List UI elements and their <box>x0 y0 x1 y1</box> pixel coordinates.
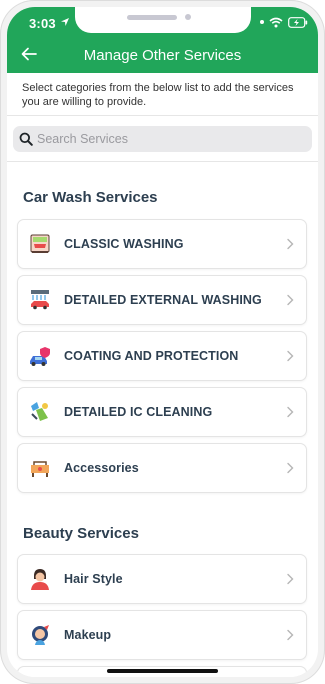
chevron-right-icon <box>287 629 294 641</box>
app-screen: 3:03 Manage Other Services Select catego… <box>7 7 318 677</box>
status-bar: 3:03 <box>7 7 318 37</box>
search-bar[interactable] <box>13 126 312 152</box>
divider <box>7 161 318 162</box>
coating-protection-icon <box>30 347 50 366</box>
chevron-right-icon <box>287 462 294 474</box>
battery-charging-icon <box>288 16 308 28</box>
device-frame: 3:03 Manage Other Services Select catego… <box>0 0 325 684</box>
page-title: Manage Other Services <box>83 47 242 64</box>
section-title-beauty: Beauty Services <box>23 525 139 542</box>
service-label: COATING AND PROTECTION <box>64 349 239 363</box>
signal-icon <box>260 20 264 24</box>
chevron-right-icon <box>287 406 294 418</box>
service-label: Hair Style <box>64 572 123 586</box>
service-label: Makeup <box>64 628 112 642</box>
section-title-car-wash: Car Wash Services <box>23 189 158 206</box>
service-label: CLASSIC WASHING <box>64 237 184 251</box>
chevron-right-icon <box>287 573 294 585</box>
ic-cleaning-icon <box>31 402 48 421</box>
service-label: DETAILED IC CLEANING <box>64 405 213 419</box>
external-washing-icon <box>31 290 49 310</box>
search-icon <box>19 132 33 146</box>
status-indicators <box>260 16 308 28</box>
makeup-icon <box>32 625 49 645</box>
service-item-makeup[interactable]: Makeup <box>17 610 307 660</box>
intro-text: Select categories from the below list to… <box>22 82 294 108</box>
service-label: DETAILED EXTERNAL WASHING <box>64 293 262 307</box>
service-item-ic-cleaning[interactable]: DETAILED IC CLEANING <box>17 387 307 437</box>
service-label: Accessories <box>64 461 139 475</box>
chevron-right-icon <box>287 350 294 362</box>
accessories-icon <box>31 461 49 477</box>
location-arrow-icon <box>61 18 69 26</box>
chevron-right-icon <box>287 238 294 250</box>
app-header: 3:03 Manage Other Services <box>7 7 318 73</box>
device-notch <box>75 7 251 33</box>
status-time: 3:03 <box>29 16 56 31</box>
wifi-icon <box>269 17 283 27</box>
front-camera <box>185 14 191 20</box>
classic-washing-icon <box>30 234 50 253</box>
divider <box>7 115 318 116</box>
hair-style-icon <box>31 569 49 590</box>
speaker-grille <box>127 15 177 20</box>
service-item-accessories[interactable]: Accessories <box>17 443 307 493</box>
search-input[interactable] <box>37 132 287 146</box>
chevron-right-icon <box>287 294 294 306</box>
service-item-classic-washing[interactable]: CLASSIC WASHING <box>17 219 307 269</box>
service-item-hair-style[interactable]: Hair Style <box>17 554 307 604</box>
service-item-coating-protection[interactable]: COATING AND PROTECTION <box>17 331 307 381</box>
service-item-external-washing[interactable]: DETAILED EXTERNAL WASHING <box>17 275 307 325</box>
home-indicator[interactable] <box>107 669 218 673</box>
